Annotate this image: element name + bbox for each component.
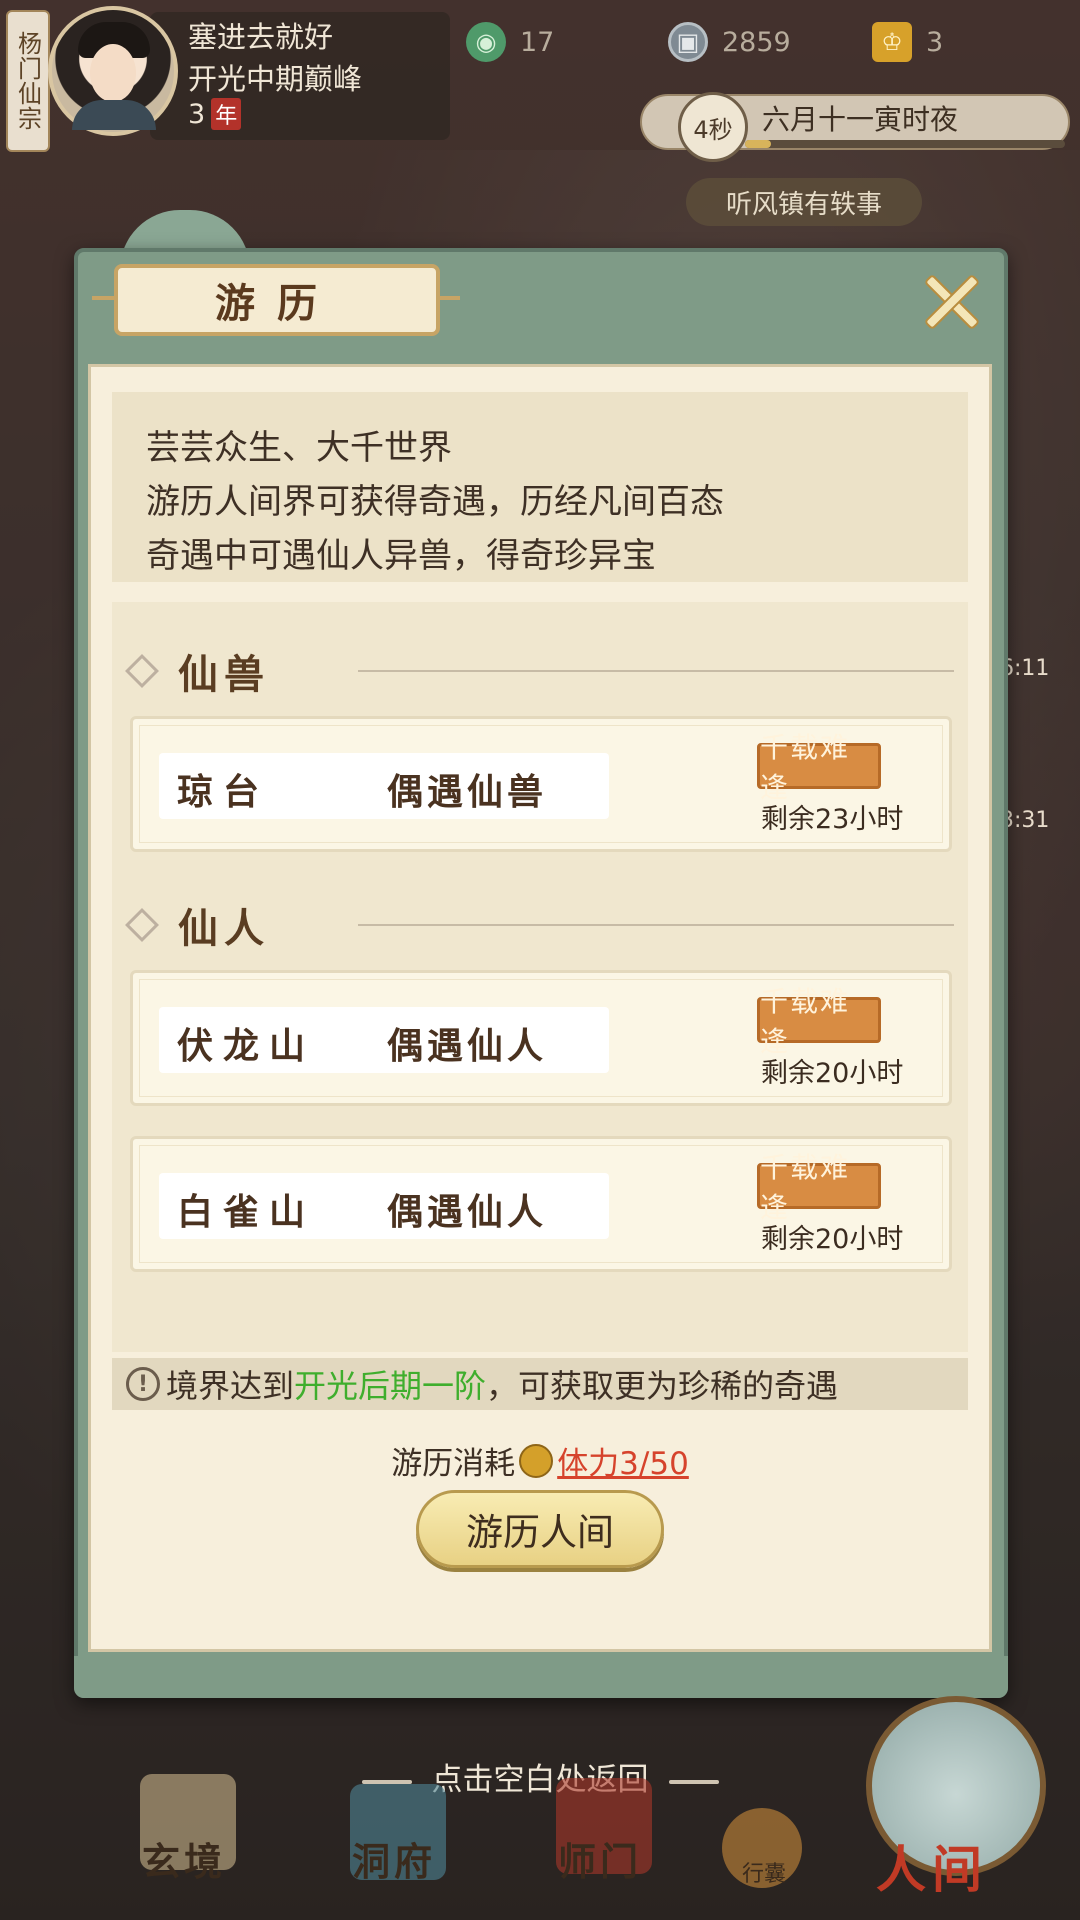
- encounter-event: 偶遇仙人: [387, 1192, 548, 1233]
- avatar-face: [90, 44, 136, 102]
- close-icon[interactable]: [920, 270, 980, 330]
- panel-title: 游历: [114, 264, 440, 336]
- coin-icon: ▣: [668, 22, 708, 62]
- diamond-icon: [125, 908, 159, 942]
- encounter-event: 偶遇仙人: [387, 1026, 548, 1067]
- encounter-card-fulongshan[interactable]: 伏龙山 偶遇仙人 千载难逢 剩余20小时: [130, 970, 952, 1106]
- nav-shimen[interactable]: 师门: [558, 1831, 642, 1886]
- time-remaining: 剩余20小时: [761, 1224, 904, 1255]
- travel-button[interactable]: 游历人间: [416, 1490, 664, 1568]
- encounter-place: 伏龙山: [177, 1026, 316, 1067]
- exclamation-icon: !: [126, 1367, 160, 1401]
- avatar-robe: [72, 100, 156, 130]
- section-immortal-header: 仙人: [120, 896, 270, 954]
- player-age: 3年: [188, 98, 242, 130]
- rarity-badge: 千载难逢: [757, 1151, 881, 1224]
- rarity-badge: 千载难逢: [757, 731, 881, 804]
- resource-coin[interactable]: ▣ 2859: [668, 18, 791, 66]
- sect-tag[interactable]: 杨门仙宗: [6, 10, 50, 152]
- nav-xuanjing[interactable]: 玄境: [142, 1831, 226, 1886]
- cloud-swirl-icon: [361, 1779, 412, 1784]
- time-progress-fill: [745, 140, 771, 148]
- stamina-link[interactable]: 体力3/50: [557, 1446, 689, 1482]
- age-unit-badge: 年: [211, 98, 242, 130]
- notice-suffix: ，可获取更为珍稀的奇遇: [486, 1367, 839, 1405]
- panel-bottom-rim: [74, 1656, 1008, 1698]
- notice-prefix: 境界达到: [166, 1367, 295, 1405]
- realm-notice: ! 境界达到 开光后期一阶 ，可获取更为珍稀的奇遇: [112, 1358, 968, 1410]
- player-realm: 开光中期巅峰: [188, 62, 363, 96]
- intro-line-2: 游历人间界可获得奇遇，历经凡间百态: [146, 482, 724, 522]
- section-divider: [358, 670, 954, 672]
- encounter-card-baiqueshan[interactable]: 白雀山 偶遇仙人 千载难逢 剩余20小时: [130, 1136, 952, 1272]
- player-avatar[interactable]: [48, 6, 178, 136]
- section-beast-label: 仙兽: [178, 652, 270, 698]
- resource-gold-value: 3: [926, 26, 944, 58]
- section-beast-header: 仙兽: [120, 642, 270, 700]
- player-name: 塞进去就好: [188, 20, 334, 54]
- travel-cost: 游历消耗 体力3/50: [0, 1438, 1080, 1483]
- intro-line-1: 芸芸众生、大千世界: [146, 428, 452, 468]
- stamina-icon: [519, 1444, 554, 1478]
- section-divider: [358, 924, 954, 926]
- notice-highlight: 开光后期一阶: [294, 1367, 487, 1405]
- nav-xingnang[interactable]: 行囊: [742, 1856, 786, 1888]
- jade-spirit-icon: ◉: [466, 22, 506, 62]
- encounter-event: 偶遇仙兽: [387, 772, 548, 813]
- nav-renjian[interactable]: 人间: [876, 1830, 988, 1902]
- encounter-place: 白雀山: [177, 1192, 316, 1233]
- rarity-badge: 千载难逢: [757, 985, 881, 1058]
- encounter-card-qiongtai[interactable]: 琼台 偶遇仙兽 千载难逢 剩余23小时: [130, 716, 952, 852]
- cloud-swirl-icon: [668, 1779, 719, 1784]
- age-value: 3: [188, 99, 206, 130]
- game-date: 六月十一寅时夜: [762, 103, 959, 136]
- resource-gold[interactable]: ♔ 3: [872, 18, 943, 66]
- resource-coin-value: 2859: [722, 26, 791, 58]
- gold-ingot-icon: ♔: [872, 22, 912, 62]
- time-remaining: 剩余20小时: [761, 1058, 904, 1089]
- encounter-place: 琼台: [177, 772, 270, 813]
- diamond-icon: [125, 654, 159, 688]
- time-countdown: 4秒: [678, 92, 748, 162]
- nav-dongfu[interactable]: 洞府: [352, 1831, 436, 1886]
- resource-jade-value: 17: [520, 26, 555, 58]
- intro-line-3: 奇遇中可遇仙人异兽，得奇珍异宝: [146, 536, 656, 576]
- event-banner[interactable]: 听风镇有轶事: [686, 178, 922, 226]
- section-immortal-label: 仙人: [178, 906, 270, 952]
- resource-jade[interactable]: ◉ 17: [466, 18, 554, 66]
- time-progress-bar: [745, 140, 1065, 148]
- cost-label: 游历消耗: [391, 1446, 516, 1482]
- time-remaining: 剩余23小时: [761, 804, 904, 835]
